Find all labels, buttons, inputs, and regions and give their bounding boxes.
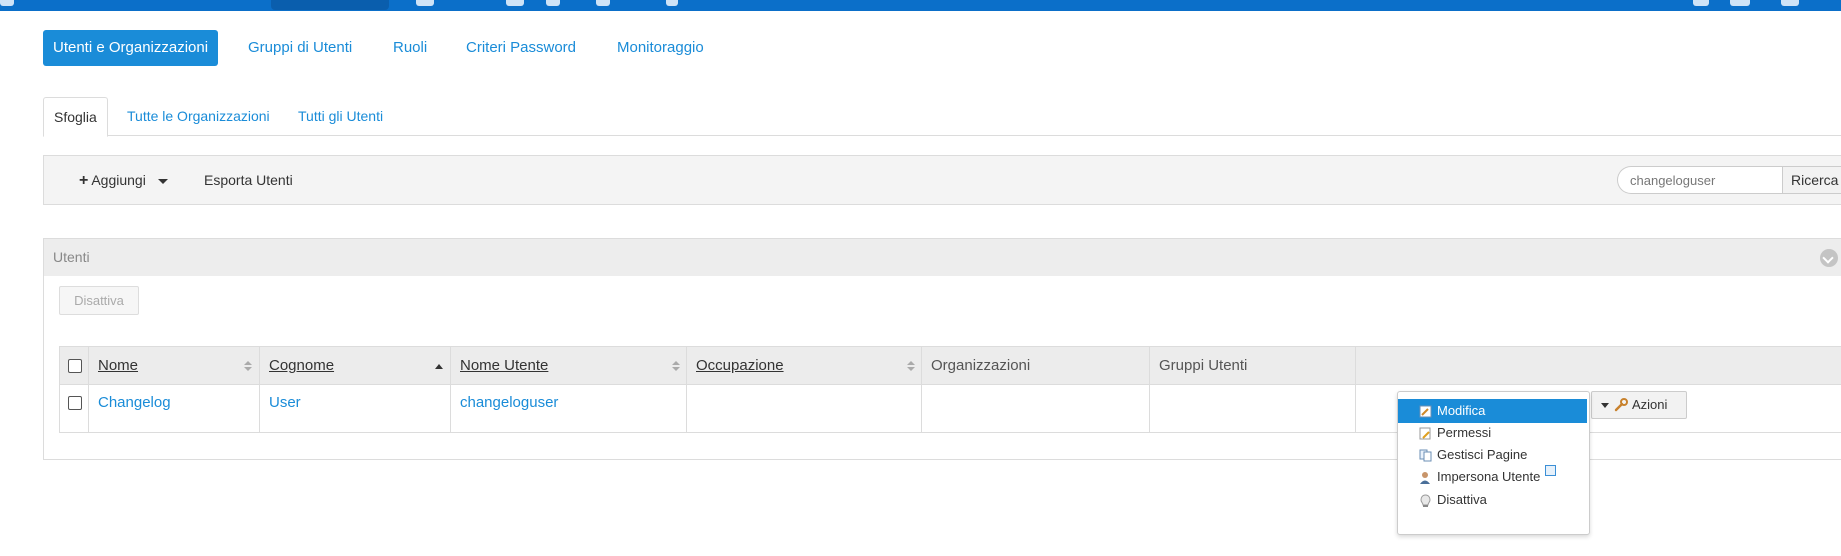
menu-item-deactivate[interactable]: Disattiva <box>1398 488 1587 512</box>
active-top-nav-item[interactable] <box>271 0 389 10</box>
column-header-nome[interactable]: Nome <box>98 347 138 384</box>
deactivate-button[interactable]: Disattiva <box>59 286 139 315</box>
cell-nome[interactable]: Changelog <box>98 384 171 432</box>
tab-all-users[interactable]: Tutti gli Utenti <box>298 97 383 135</box>
top-nav-icon[interactable] <box>0 0 14 6</box>
top-nav-icon[interactable] <box>416 0 434 6</box>
column-header-nome-utente[interactable]: Nome Utente <box>460 347 548 384</box>
nav-monitoring[interactable]: Monitoraggio <box>617 30 704 66</box>
tab-all-organizations[interactable]: Tutte le Organizzazioni <box>127 97 270 135</box>
sort-icon[interactable] <box>907 361 915 371</box>
wrench-icon <box>1614 398 1628 412</box>
top-nav-icon[interactable] <box>1730 0 1750 6</box>
menu-item-edit[interactable]: Modifica <box>1398 399 1587 423</box>
panel-header[interactable]: Utenti <box>44 239 1841 276</box>
column-header-cognome[interactable]: Cognome <box>269 347 334 384</box>
cell-nome-utente[interactable]: changeloguser <box>460 384 558 432</box>
select-all-checkbox[interactable] <box>68 359 82 373</box>
top-nav-icon[interactable] <box>506 0 524 6</box>
permissions-icon <box>1419 427 1431 440</box>
nav-password-policies[interactable]: Criteri Password <box>466 30 576 66</box>
top-header-bar <box>0 0 1841 11</box>
cell-cognome[interactable]: User <box>269 384 301 432</box>
top-nav-icon[interactable] <box>546 0 560 6</box>
tab-browse[interactable]: Sfoglia <box>43 97 108 137</box>
collapse-icon[interactable] <box>1820 249 1838 267</box>
menu-item-label: Disattiva <box>1437 492 1487 507</box>
plus-icon: + <box>79 172 89 189</box>
top-nav-icon[interactable] <box>596 0 610 6</box>
chevron-down-icon <box>157 178 168 184</box>
panel-title: Utenti <box>53 249 90 265</box>
nav-user-groups[interactable]: Gruppi di Utenti <box>248 30 352 66</box>
column-header-gruppi-utenti: Gruppi Utenti <box>1159 357 1248 374</box>
nav-users-organizations[interactable]: Utenti e Organizzazioni <box>43 30 219 66</box>
sub-tabs: Sfoglia Tutte le Organizzazioni Tutti gl… <box>43 97 1841 137</box>
management-toolbar: +Aggiungi Esporta Utenti Ricerca <box>43 155 1841 205</box>
chevron-down-icon <box>1601 403 1609 408</box>
deactivate-icon <box>1420 494 1431 507</box>
actions-button-label: Azioni <box>1632 397 1668 412</box>
top-nav-icon[interactable] <box>666 0 678 6</box>
actions-button[interactable]: Azioni <box>1591 391 1687 419</box>
menu-item-label: Gestisci Pagine <box>1437 447 1528 462</box>
sort-ascending-icon[interactable] <box>435 364 443 369</box>
menu-item-text: Impersona Utente <box>1437 469 1541 484</box>
menu-item-impersonate-user[interactable]: Impersona Utente <box>1398 465 1587 489</box>
edit-icon <box>1419 405 1432 418</box>
add-button-label: Aggiungi <box>91 172 146 188</box>
export-users-button[interactable]: Esporta Utenti <box>204 156 293 204</box>
add-button[interactable]: + Aggiungi <box>79 156 168 204</box>
pages-icon <box>1419 449 1432 462</box>
menu-item-label: Impersona Utente <box>1437 465 1557 489</box>
row-divider <box>60 384 1841 385</box>
search-button[interactable]: Ricerca <box>1782 166 1841 194</box>
menu-item-label: Modifica <box>1437 403 1486 418</box>
external-link-icon <box>1545 465 1557 476</box>
user-avatar-icon[interactable] <box>1781 0 1799 6</box>
row-checkbox[interactable] <box>68 396 82 410</box>
search-input[interactable] <box>1617 166 1782 194</box>
sort-icon[interactable] <box>672 361 680 371</box>
sort-icon[interactable] <box>244 361 252 371</box>
top-nav-icon[interactable] <box>1693 0 1709 6</box>
actions-menu: Modifica Permessi Gestisci Pagine Impers… <box>1397 391 1590 535</box>
nav-roles[interactable]: Ruoli <box>393 30 427 66</box>
impersonate-icon <box>1420 472 1430 484</box>
column-header-organizzazioni: Organizzazioni <box>931 357 1031 374</box>
menu-item-permissions[interactable]: Permessi <box>1398 421 1587 445</box>
column-header-occupazione[interactable]: Occupazione <box>696 347 784 384</box>
menu-item-label: Permessi <box>1437 425 1492 440</box>
menu-item-manage-pages[interactable]: Gestisci Pagine <box>1398 443 1587 467</box>
